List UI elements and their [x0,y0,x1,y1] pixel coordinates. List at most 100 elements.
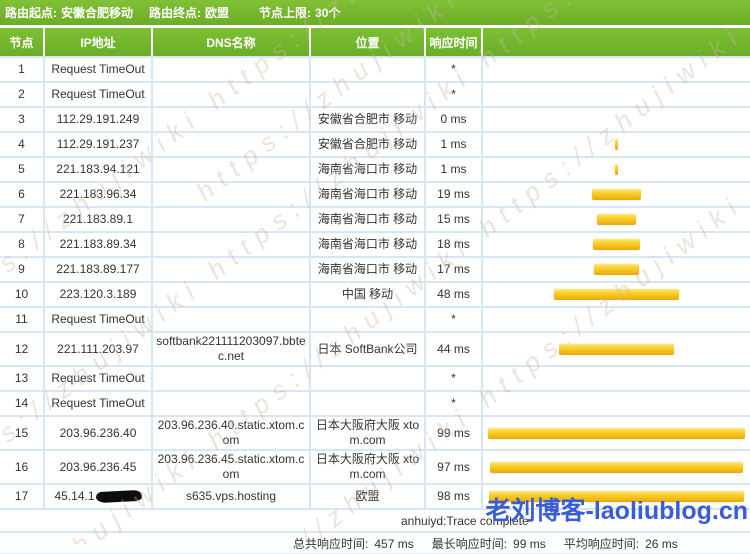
table-row: 14 Request TimeOut * [0,392,750,417]
cell-ip: Request TimeOut [45,83,153,106]
table-header-row: 节点 IP地址 DNS名称 位置 响应时间 [0,28,750,56]
cell-node: 10 [0,283,45,306]
column-header-dns: DNS名称 [153,28,311,56]
cell-ip: 112.29.191.249 [45,108,153,131]
trace-status-text: anhuiyd:Trace complete [401,513,529,528]
cell-dns [153,233,311,256]
table-row: 12 221.111.203.97 softbank221111203097.bbt… [0,333,750,367]
cell-response-bar [483,367,750,390]
response-time-bar [591,189,642,200]
cell-dns: softbank221111203097.bbtec.net [153,333,311,365]
node-limit-value: 30个 [315,6,341,20]
cell-dns [153,158,311,181]
cell-response-time: 19 ms [426,183,483,206]
cell-node: 15 [0,417,45,449]
cell-node: 13 [0,367,45,390]
table-row: 6 221.183.96.34 海南省海口市 移动 19 ms [0,183,750,208]
cell-dns [153,258,311,281]
cell-node: 16 [0,451,45,483]
cell-ip: Request TimeOut [45,308,153,331]
cell-response-time: 17 ms [426,258,483,281]
route-end: 路由终点: 欧盟 [149,4,229,21]
cell-response-time: * [426,392,483,415]
cell-node: 11 [0,308,45,331]
summary-stat: 平均响应时间: 26 ms [564,535,678,552]
cell-node: 8 [0,233,45,256]
node-limit: 节点上限: 30个 [259,4,340,21]
cell-location: 中国 移动 [311,283,426,306]
traceroute-table-body: 1 Request TimeOut * 2 Request TimeOut * 3 112.2… [0,56,750,510]
cell-response-time: 1 ms [426,133,483,156]
cell-response-time: * [426,58,483,81]
cell-location [311,367,426,390]
cell-location: 欧盟 [311,485,426,508]
cell-response-bar [483,283,750,306]
route-start: 路由起点: 安徽合肥移动 [5,4,133,21]
table-row: 7 221.183.89.1 海南省海口市 移动 15 ms [0,208,750,233]
table-row: 15 203.96.236.40 203.96.236.40.static.xtom… [0,417,750,451]
route-info-bar: 路由起点: 安徽合肥移动 路由终点: 欧盟 节点上限: 30个 [0,0,750,25]
cell-ip: 203.96.236.45 [45,451,153,483]
column-header-ip: IP地址 [45,28,153,56]
cell-response-bar [483,83,750,106]
cell-dns [153,183,311,206]
table-row: 17 45.14.1 s635.vps.hosting 欧盟 98 ms [0,485,750,510]
cell-location: 海南省海口市 移动 [311,183,426,206]
cell-ip: 112.29.191.237 [45,133,153,156]
cell-node: 12 [0,333,45,365]
cell-response-time: 0 ms [426,108,483,131]
cell-ip: 221.183.94.121 [45,158,153,181]
response-time-bar [559,343,674,355]
cell-response-bar [483,108,750,131]
cell-response-time: 97 ms [426,451,483,483]
cell-dns [153,108,311,131]
cell-location: 海南省海口市 移动 [311,158,426,181]
cell-node: 6 [0,183,45,206]
cell-response-bar [483,392,750,415]
column-header-node: 节点 [0,28,45,56]
cell-node: 4 [0,133,45,156]
cell-response-bar [483,58,750,81]
cell-response-time: 15 ms [426,208,483,231]
cell-node: 7 [0,208,45,231]
table-row: 3 112.29.191.249 安徽省合肥市 移动 0 ms [0,108,750,133]
cell-location [311,392,426,415]
cell-response-bar [483,158,750,181]
cell-response-time: 98 ms [426,485,483,508]
cell-dns: 203.96.236.40.static.xtom.com [153,417,311,449]
redaction-scribble [95,489,142,504]
cell-dns: s635.vps.hosting [153,485,311,508]
route-start-value: 安徽合肥移动 [61,6,134,20]
cell-location: 海南省海口市 移动 [311,208,426,231]
cell-node: 17 [0,485,45,508]
table-row: 5 221.183.94.121 海南省海口市 移动 1 ms [0,158,750,183]
cell-response-bar [483,333,750,365]
cell-dns [153,83,311,106]
cell-node: 2 [0,83,45,106]
cell-location: 海南省海口市 移动 [311,233,426,256]
cell-ip: 221.183.89.177 [45,258,153,281]
table-row: 8 221.183.89.34 海南省海口市 移动 18 ms [0,233,750,258]
cell-dns [153,58,311,81]
table-row: 1 Request TimeOut * [0,58,750,83]
cell-location [311,58,426,81]
cell-dns [153,208,311,231]
response-time-bar [615,139,618,150]
cell-ip: Request TimeOut [45,367,153,390]
cell-ip: 203.96.236.40 [45,417,153,449]
cell-response-time: 1 ms [426,158,483,181]
table-row: 9 221.183.89.177 海南省海口市 移动 17 ms [0,258,750,283]
cell-ip: 45.14.1 [45,485,153,508]
cell-node: 1 [0,58,45,81]
table-row: 13 Request TimeOut * [0,367,750,392]
cell-ip: Request TimeOut [45,392,153,415]
table-row: 16 203.96.236.45 203.96.236.45.static.xtom… [0,451,750,485]
column-header-location: 位置 [311,28,426,56]
cell-node: 3 [0,108,45,131]
cell-node: 5 [0,158,45,181]
table-row: 4 112.29.191.237 安徽省合肥市 移动 1 ms [0,133,750,158]
summary-stat: 总共响应时间: 457 ms [293,535,414,552]
cell-response-bar [483,417,750,449]
cell-dns [153,133,311,156]
response-time-bar [615,164,618,175]
